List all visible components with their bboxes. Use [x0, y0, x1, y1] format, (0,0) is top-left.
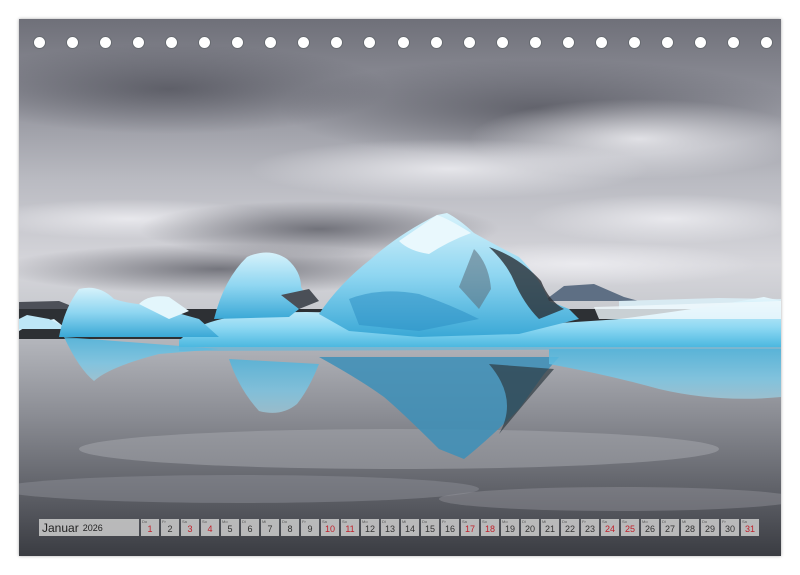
- day-number: 29: [704, 524, 715, 534]
- day-number: 11: [345, 524, 355, 534]
- binding-hole: [330, 36, 344, 49]
- day-cell: Fr 16: [441, 519, 459, 536]
- day-number: 27: [664, 524, 675, 534]
- month-name: Januar: [42, 520, 79, 535]
- day-cell: Mo 19: [501, 519, 519, 536]
- day-number: 22: [564, 524, 575, 534]
- day-number: 12: [364, 524, 375, 534]
- binding-hole: [165, 36, 179, 49]
- day-number: 31: [744, 524, 755, 534]
- day-cell: Sa 3: [181, 519, 199, 536]
- day-number: 26: [644, 524, 655, 534]
- day-cell: Do 29: [701, 519, 719, 536]
- day-cell: Di 20: [521, 519, 539, 536]
- day-number: 8: [287, 524, 293, 534]
- day-number: 25: [624, 524, 635, 534]
- day-cell: Fr 9: [301, 519, 319, 536]
- day-number: 19: [504, 524, 515, 534]
- day-number: 16: [444, 524, 455, 534]
- binding-hole: [132, 36, 146, 49]
- binding-hole: [495, 36, 509, 49]
- day-cell: Mi 14: [401, 519, 419, 536]
- binding-holes: [19, 36, 781, 50]
- day-number: 3: [187, 524, 193, 534]
- calendar-page: Januar 2026 Do 1 Fr 2 Sa 3 So 4 Mo 5 Di 6 Mi 7 Do 8 Fr 9 S…: [19, 19, 781, 556]
- day-number: 6: [247, 524, 253, 534]
- binding-hole: [264, 36, 278, 49]
- day-number: 13: [384, 524, 395, 534]
- day-cell: So 4: [201, 519, 219, 536]
- month-label: Januar 2026: [39, 519, 139, 536]
- day-number: 14: [404, 524, 415, 534]
- day-number: 21: [544, 524, 555, 534]
- binding-hole: [561, 36, 575, 49]
- day-cell: Sa 17: [461, 519, 479, 536]
- day-number: 5: [227, 524, 233, 534]
- month-year: 2026: [82, 522, 103, 533]
- binding-hole: [760, 36, 773, 49]
- day-number: 23: [584, 524, 595, 534]
- binding-hole: [396, 36, 410, 49]
- day-cell: So 25: [621, 519, 639, 536]
- day-cell: Di 6: [241, 519, 259, 536]
- day-cell: Do 22: [561, 519, 579, 536]
- day-number: 4: [207, 524, 213, 534]
- binding-hole: [693, 36, 707, 49]
- day-cell: Do 8: [281, 519, 299, 536]
- day-cell: Do 1: [141, 519, 159, 536]
- day-cell: Mi 21: [541, 519, 559, 536]
- calendar-strip: Januar 2026 Do 1 Fr 2 Sa 3 So 4 Mo 5 Di 6 Mi 7 Do 8 Fr 9 S…: [39, 519, 761, 536]
- day-number: 17: [464, 524, 475, 534]
- binding-hole: [198, 36, 212, 49]
- day-number: 20: [524, 524, 535, 534]
- day-cell: Fr 23: [581, 519, 599, 536]
- day-cells: Do 1 Fr 2 Sa 3 So 4 Mo 5 Di 6 Mi 7 Do 8 Fr 9 Sa 10 So 11 Mo 12 D…: [141, 519, 761, 536]
- day-cell: Mo 12: [361, 519, 379, 536]
- day-cell: Do 15: [421, 519, 439, 536]
- binding-hole: [231, 36, 245, 49]
- day-cell: Mo 5: [221, 519, 239, 536]
- day-cell: Sa 24: [601, 519, 619, 536]
- day-cell: Sa 31: [741, 519, 759, 536]
- day-number: 9: [307, 524, 313, 534]
- day-number: 18: [484, 524, 495, 534]
- day-cell: Mi 28: [681, 519, 699, 536]
- day-number: 7: [267, 524, 273, 534]
- day-number: 30: [724, 524, 735, 534]
- binding-hole: [594, 36, 608, 49]
- day-cell: Fr 30: [721, 519, 739, 536]
- iceberg-lagoon-photo: [19, 19, 781, 556]
- binding-hole: [66, 36, 80, 49]
- day-number: 28: [684, 524, 695, 534]
- day-cell: Sa 10: [321, 519, 339, 536]
- binding-hole: [528, 36, 542, 49]
- binding-hole: [462, 36, 476, 49]
- day-cell: Mi 7: [261, 519, 279, 536]
- day-cell: Di 27: [661, 519, 679, 536]
- day-cell: Fr 2: [161, 519, 179, 536]
- binding-hole: [99, 36, 113, 49]
- day-number: 2: [167, 524, 173, 534]
- binding-hole: [627, 36, 641, 49]
- day-cell: Di 13: [381, 519, 399, 536]
- day-cell: Mo 26: [641, 519, 659, 536]
- day-cell: So 11: [341, 519, 359, 536]
- binding-hole: [429, 36, 443, 49]
- binding-hole: [33, 36, 46, 49]
- day-number: 1: [147, 524, 153, 534]
- binding-hole: [726, 36, 740, 49]
- day-number: 15: [424, 524, 435, 534]
- binding-hole: [660, 36, 674, 49]
- day-number: 24: [604, 524, 615, 534]
- binding-hole: [297, 36, 311, 49]
- day-number: 10: [324, 524, 335, 534]
- binding-hole: [363, 36, 377, 49]
- day-cell: So 18: [481, 519, 499, 536]
